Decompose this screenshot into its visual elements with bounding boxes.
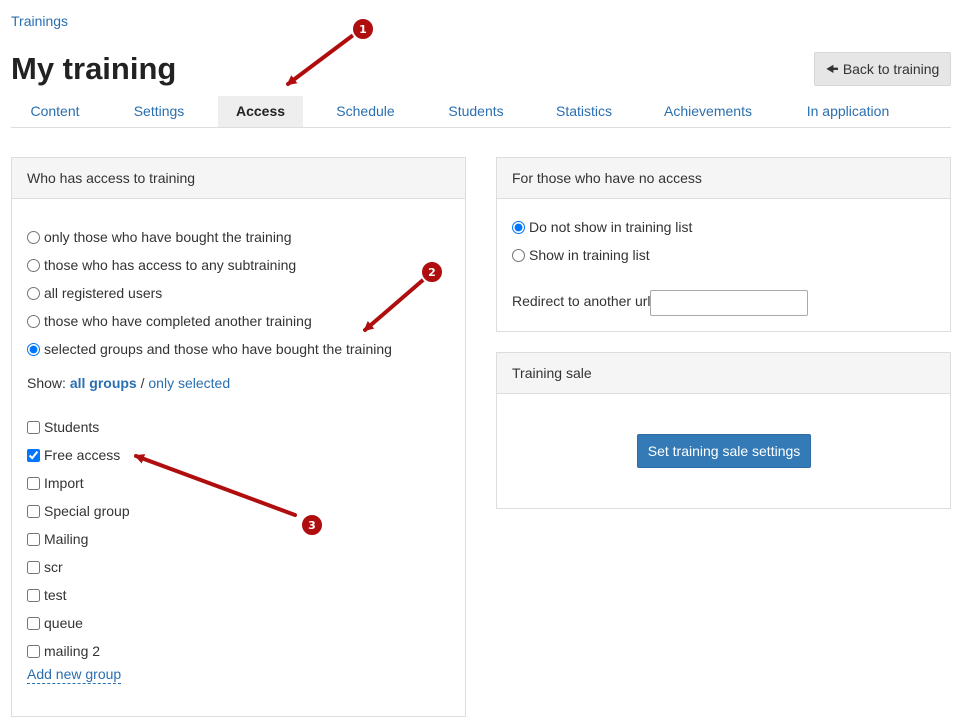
access-option-registered[interactable]: all registered users (27, 283, 162, 303)
group-checkbox-item[interactable]: mailing 2 (27, 641, 100, 661)
back-to-training-button[interactable]: 🠜 Back to training (814, 52, 951, 86)
group-checkbox[interactable] (27, 420, 40, 434)
group-label: Mailing (44, 531, 89, 547)
redirect-url-input[interactable] (650, 290, 808, 316)
group-checkbox-item[interactable]: Students (27, 417, 99, 437)
group-checkbox[interactable] (27, 616, 40, 630)
annotation-arrow-1 (286, 34, 354, 86)
no-access-panel: For those who have no access Do not show… (496, 157, 951, 332)
access-option-bought[interactable]: only those who have bought the training (27, 227, 292, 247)
group-checkbox-item[interactable]: Free access (27, 445, 120, 465)
show-filter: Show: all groups / only selected (27, 375, 230, 391)
access-option-label: all registered users (44, 285, 163, 301)
access-panel: Who has access to training only those wh… (11, 157, 466, 717)
group-label: scr (44, 559, 63, 575)
svg-text:1: 1 (359, 23, 367, 36)
tab-access[interactable]: Access (218, 96, 303, 127)
group-checkbox-item[interactable]: Mailing (27, 529, 88, 549)
tab-schedule[interactable]: Schedule (323, 96, 408, 127)
access-option-label: only those who have bought the training (44, 229, 292, 245)
group-checkbox-item[interactable]: Special group (27, 501, 130, 521)
group-label: mailing 2 (44, 643, 101, 659)
access-option-label: those who have completed another trainin… (44, 313, 312, 329)
redirect-label: Redirect to another url (512, 293, 651, 309)
access-option-selected-groups[interactable]: selected groups and those who have bough… (27, 339, 392, 359)
show-label: Show: (27, 375, 66, 391)
arrow-left-icon: 🠜 (825, 60, 839, 78)
group-checkbox-item[interactable]: test (27, 585, 67, 605)
tab-bar: Content Settings Access Schedule Student… (11, 96, 951, 128)
group-checkbox[interactable] (27, 560, 40, 574)
breadcrumb-trainings[interactable]: Trainings (11, 13, 68, 29)
group-checkbox[interactable] (27, 504, 40, 518)
group-label: Free access (44, 447, 121, 463)
radio-show-in-list[interactable] (512, 248, 525, 262)
access-option-label: selected groups and those who have bough… (44, 341, 392, 357)
radio-selected-groups[interactable] (27, 342, 40, 356)
access-option-subtraining[interactable]: those who has access to any subtraining (27, 255, 296, 275)
no-access-option-label: Show in training list (529, 247, 650, 263)
back-button-label: Back to training (842, 61, 940, 77)
access-option-label: those who has access to any subtraining (44, 257, 297, 273)
group-checkbox[interactable] (27, 588, 40, 602)
tab-statistics[interactable]: Statistics (544, 96, 624, 127)
group-label: Students (44, 419, 100, 435)
group-checkbox[interactable] (27, 476, 40, 490)
group-label: queue (44, 615, 83, 631)
group-checkbox-item[interactable]: Import (27, 473, 84, 493)
radio-subtraining[interactable] (27, 258, 40, 272)
show-only-selected-link[interactable]: only selected (148, 375, 230, 391)
no-access-option-label: Do not show in training list (529, 219, 693, 235)
tab-students[interactable]: Students (436, 96, 516, 127)
no-access-option-hide[interactable]: Do not show in training list (512, 217, 692, 237)
radio-completed[interactable] (27, 314, 40, 328)
tab-in-application[interactable]: In application (793, 96, 903, 127)
tab-settings[interactable]: Settings (119, 96, 199, 127)
annotation-badge-1: 1 (351, 17, 375, 41)
radio-do-not-show[interactable] (512, 220, 525, 234)
group-checkbox[interactable] (27, 532, 40, 546)
group-label: Special group (44, 503, 130, 519)
group-label: Import (44, 475, 84, 491)
access-option-completed[interactable]: those who have completed another trainin… (27, 311, 312, 331)
no-access-option-show[interactable]: Show in training list (512, 245, 650, 265)
add-new-group-link[interactable]: Add new group (27, 666, 122, 684)
set-training-sale-settings-button[interactable]: Set training sale settings (637, 434, 811, 468)
access-panel-title: Who has access to training (12, 158, 465, 199)
group-checkbox-item[interactable]: scr (27, 557, 63, 577)
training-sale-panel-title: Training sale (497, 353, 950, 394)
group-checkbox[interactable] (27, 448, 40, 462)
no-access-panel-title: For those who have no access (497, 158, 950, 199)
show-all-groups-link[interactable]: all groups (70, 375, 137, 391)
group-label: test (44, 587, 67, 603)
page-title: My training (11, 51, 177, 86)
training-sale-panel: Training sale Set training sale settings (496, 352, 951, 509)
group-checkbox-item[interactable]: queue (27, 613, 83, 633)
radio-bought[interactable] (27, 230, 40, 244)
show-separator: / (140, 375, 145, 391)
tab-achievements[interactable]: Achievements (653, 96, 763, 127)
group-checkbox[interactable] (27, 644, 40, 658)
tab-content[interactable]: Content (11, 96, 99, 127)
radio-registered[interactable] (27, 286, 40, 300)
